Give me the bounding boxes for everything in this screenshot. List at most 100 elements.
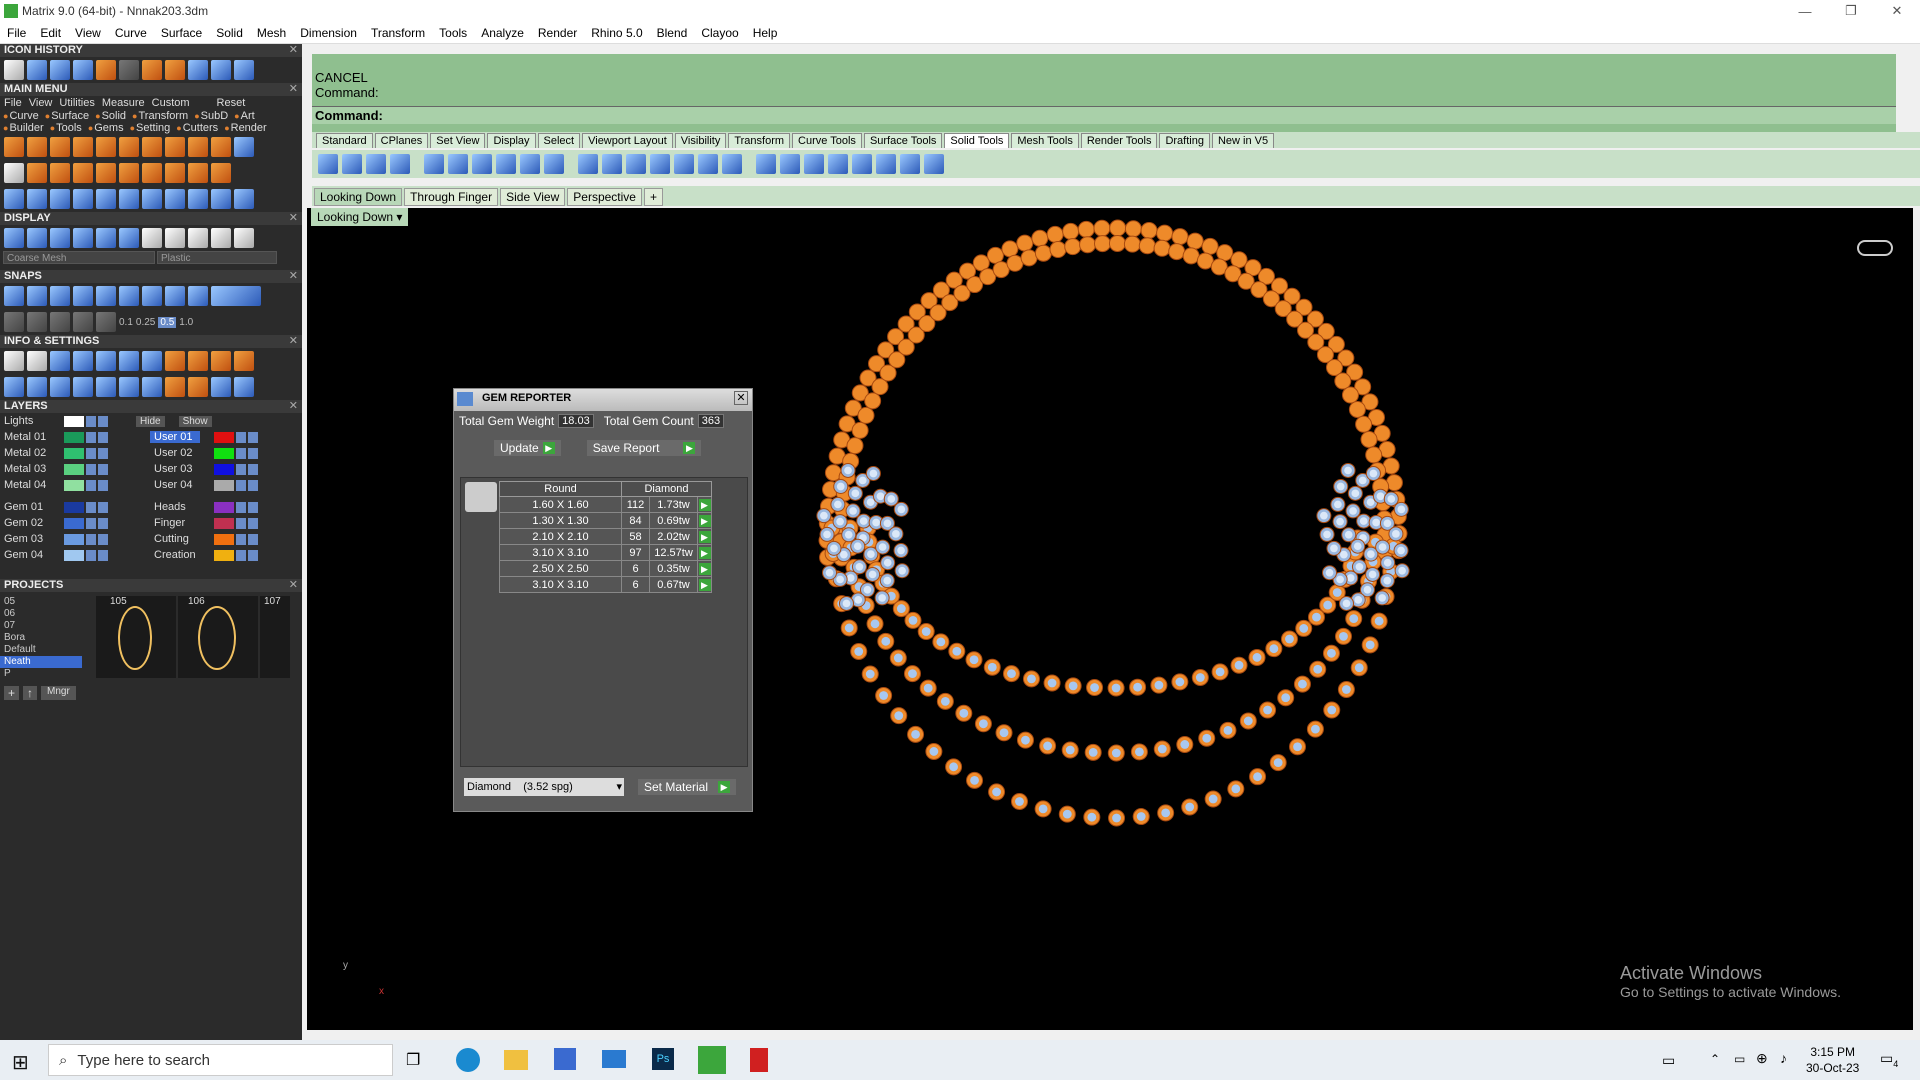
layer-row[interactable]: Finger bbox=[150, 515, 300, 531]
table-row[interactable]: 2.50 X 2.50 6 0.35tw ▶ bbox=[499, 560, 712, 577]
task-view-icon[interactable]: ❐ bbox=[406, 1050, 420, 1070]
info-icon[interactable] bbox=[188, 351, 208, 371]
info-icon[interactable] bbox=[50, 377, 70, 397]
gem-tool-icon[interactable] bbox=[96, 60, 116, 80]
cat-cutters[interactable]: Cutters bbox=[176, 122, 218, 134]
project-item[interactable]: 07 bbox=[0, 620, 82, 632]
sphere-icon[interactable] bbox=[165, 228, 185, 248]
layer-color[interactable] bbox=[214, 517, 234, 529]
tool-icon[interactable] bbox=[211, 163, 231, 183]
hide-button[interactable]: Hide bbox=[136, 415, 165, 427]
info-icon[interactable] bbox=[27, 377, 47, 397]
table-row[interactable]: 3.10 X 3.10 97 12.57tw ▶ bbox=[499, 544, 712, 561]
layer-color[interactable] bbox=[214, 501, 234, 513]
tab-surface-tools[interactable]: Surface Tools bbox=[863, 132, 943, 148]
row-go-icon[interactable]: ▶ bbox=[698, 546, 711, 559]
info-icon[interactable] bbox=[234, 377, 254, 397]
layer-toggle[interactable] bbox=[248, 463, 258, 475]
info-icon[interactable] bbox=[119, 377, 139, 397]
snap-icon[interactable] bbox=[50, 286, 70, 306]
tool-icon[interactable] bbox=[211, 137, 231, 157]
table-row[interactable]: 1.30 X 1.30 84 0.69tw ▶ bbox=[499, 512, 712, 529]
cat-transform[interactable]: Transform bbox=[132, 110, 188, 122]
menu-file[interactable]: File bbox=[0, 26, 33, 40]
restore-button[interactable]: ❐ bbox=[1828, 0, 1874, 22]
solid-tool-icon[interactable] bbox=[722, 154, 742, 174]
menu-analyze[interactable]: Analyze bbox=[474, 26, 531, 40]
info-icon[interactable] bbox=[165, 377, 185, 397]
layer-toggle[interactable] bbox=[98, 549, 108, 561]
table-row[interactable]: 1.60 X 1.60 112 1.73tw ▶ bbox=[499, 496, 712, 513]
tab-transform[interactable]: Transform bbox=[728, 132, 791, 148]
menu-transform[interactable]: Transform bbox=[364, 26, 432, 40]
layer-row[interactable]: User 02 bbox=[150, 445, 300, 461]
chevron-up-icon[interactable]: ⌃ bbox=[1710, 1052, 1720, 1066]
tool-icon[interactable] bbox=[73, 137, 93, 157]
add-icon[interactable]: + bbox=[4, 686, 20, 700]
tab-perspective[interactable]: Perspective bbox=[567, 188, 642, 206]
add-view-tab[interactable]: + bbox=[643, 188, 663, 206]
cat-subd[interactable]: SubD bbox=[194, 110, 229, 122]
layer-row[interactable]: Heads bbox=[150, 499, 300, 515]
windows-start-icon[interactable]: ⊞ bbox=[12, 1050, 29, 1075]
snap-icon[interactable] bbox=[27, 286, 47, 306]
tool-icon[interactable] bbox=[142, 163, 162, 183]
project-item[interactable]: P bbox=[0, 668, 82, 680]
close-icon[interactable]: ✕ bbox=[289, 579, 298, 592]
solid-tool-icon[interactable] bbox=[650, 154, 670, 174]
snap-icon[interactable] bbox=[142, 286, 162, 306]
display-icon[interactable] bbox=[4, 228, 24, 248]
layer-row[interactable]: User 04 bbox=[150, 477, 300, 493]
layer-color[interactable] bbox=[64, 479, 84, 491]
layer-toggle[interactable] bbox=[248, 431, 258, 443]
display-icon[interactable] bbox=[27, 228, 47, 248]
info-icon[interactable] bbox=[73, 377, 93, 397]
layer-toggle[interactable] bbox=[248, 533, 258, 545]
row-go-icon[interactable]: ▶ bbox=[698, 562, 711, 575]
row-go-icon[interactable]: ▶ bbox=[698, 514, 711, 527]
layer-color[interactable] bbox=[64, 533, 84, 545]
close-icon[interactable]: ✕ bbox=[289, 212, 298, 225]
snap-icon[interactable] bbox=[119, 286, 139, 306]
sphere-icon[interactable] bbox=[188, 228, 208, 248]
layer-toggle[interactable] bbox=[248, 517, 258, 529]
layer-toggle[interactable] bbox=[86, 517, 96, 529]
notification-icon[interactable]: ▭4 bbox=[1880, 1050, 1898, 1069]
solid-tool-icon[interactable] bbox=[780, 154, 800, 174]
layer-toggle[interactable] bbox=[236, 517, 246, 529]
layer-toggle[interactable] bbox=[86, 479, 96, 491]
tab-standard[interactable]: Standard bbox=[316, 132, 373, 148]
boolean-intersection-icon[interactable] bbox=[366, 154, 386, 174]
tool-icon[interactable] bbox=[73, 189, 93, 209]
layer-toggle[interactable] bbox=[98, 463, 108, 475]
layer-row[interactable]: Metal 01 bbox=[0, 429, 150, 445]
project-item[interactable]: Default bbox=[0, 644, 82, 656]
layer-toggle[interactable] bbox=[236, 463, 246, 475]
tool-icon[interactable] bbox=[73, 163, 93, 183]
display-icon[interactable] bbox=[119, 228, 139, 248]
layer-toggle[interactable] bbox=[86, 549, 96, 561]
keyboard-icon[interactable]: ▭ bbox=[1662, 1052, 1675, 1069]
back-arrow-icon[interactable] bbox=[211, 60, 231, 80]
settings-icon[interactable] bbox=[4, 351, 24, 371]
file-explorer-icon[interactable] bbox=[504, 1050, 528, 1070]
layer-toggle[interactable] bbox=[248, 501, 258, 513]
layer-toggle[interactable] bbox=[236, 447, 246, 459]
info-icon[interactable] bbox=[188, 377, 208, 397]
layer-row[interactable]: Gem 04 bbox=[0, 547, 150, 563]
solid-tool-icon[interactable] bbox=[472, 154, 492, 174]
tool-icon[interactable] bbox=[4, 189, 24, 209]
filter-icon[interactable] bbox=[96, 377, 116, 397]
main-menu-reset[interactable]: Reset bbox=[217, 97, 246, 109]
open-icon[interactable] bbox=[50, 60, 70, 80]
menu-curve[interactable]: Curve bbox=[108, 26, 154, 40]
snap-icon[interactable] bbox=[96, 312, 116, 332]
project-item[interactable]: 06 bbox=[0, 608, 82, 620]
layer-toggle[interactable] bbox=[98, 431, 108, 443]
tool-icon[interactable] bbox=[50, 163, 70, 183]
tab-drafting[interactable]: Drafting bbox=[1159, 132, 1210, 148]
close-icon[interactable]: ✕ bbox=[289, 270, 298, 283]
manager-button[interactable]: Mngr bbox=[41, 686, 76, 700]
tab-looking-down[interactable]: Looking Down bbox=[314, 188, 403, 206]
menu-dimension[interactable]: Dimension bbox=[293, 26, 364, 40]
